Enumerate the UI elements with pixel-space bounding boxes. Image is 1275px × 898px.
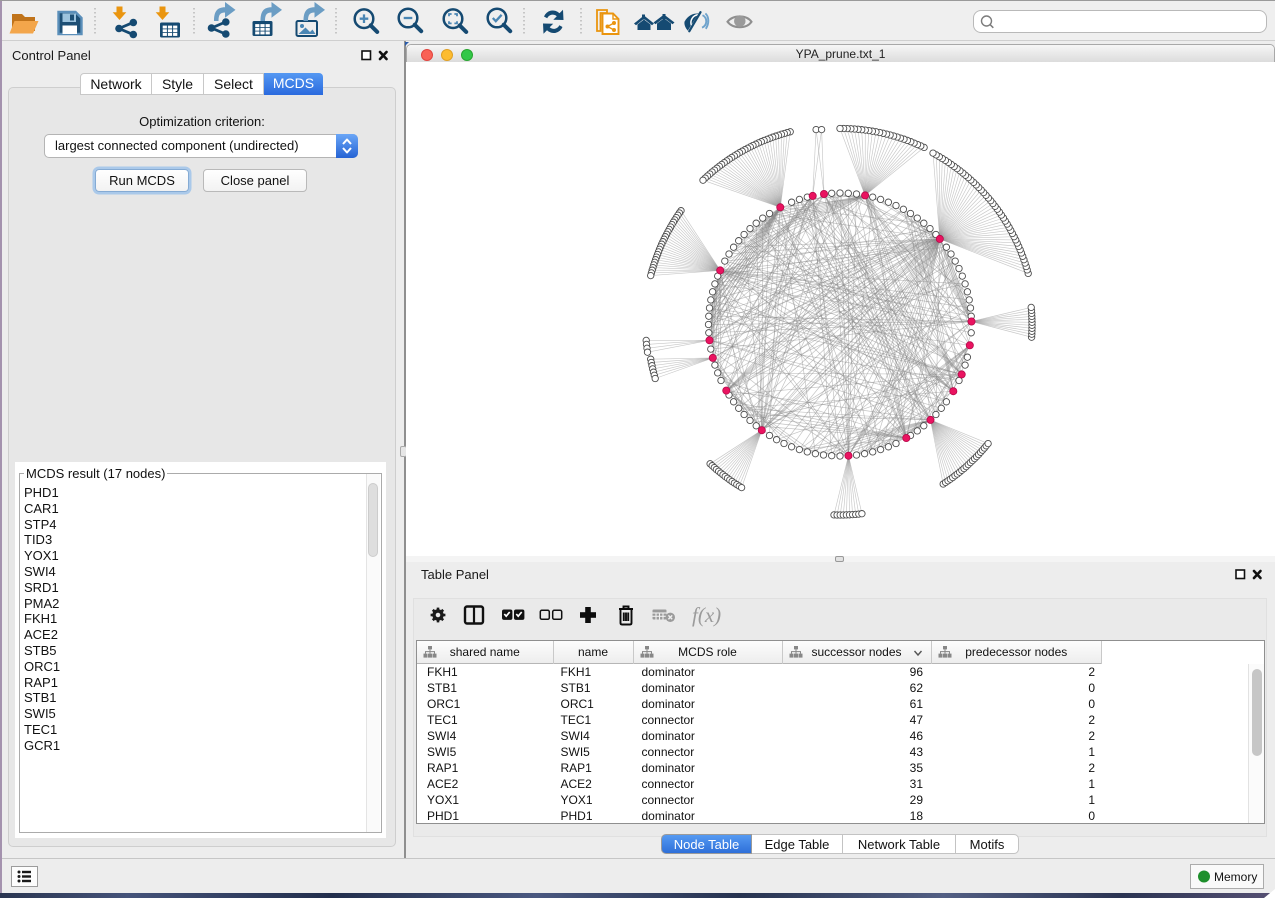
svg-text:Memory: Memory <box>1214 870 1257 884</box>
svg-text:f(x): f(x) <box>692 603 721 627</box>
